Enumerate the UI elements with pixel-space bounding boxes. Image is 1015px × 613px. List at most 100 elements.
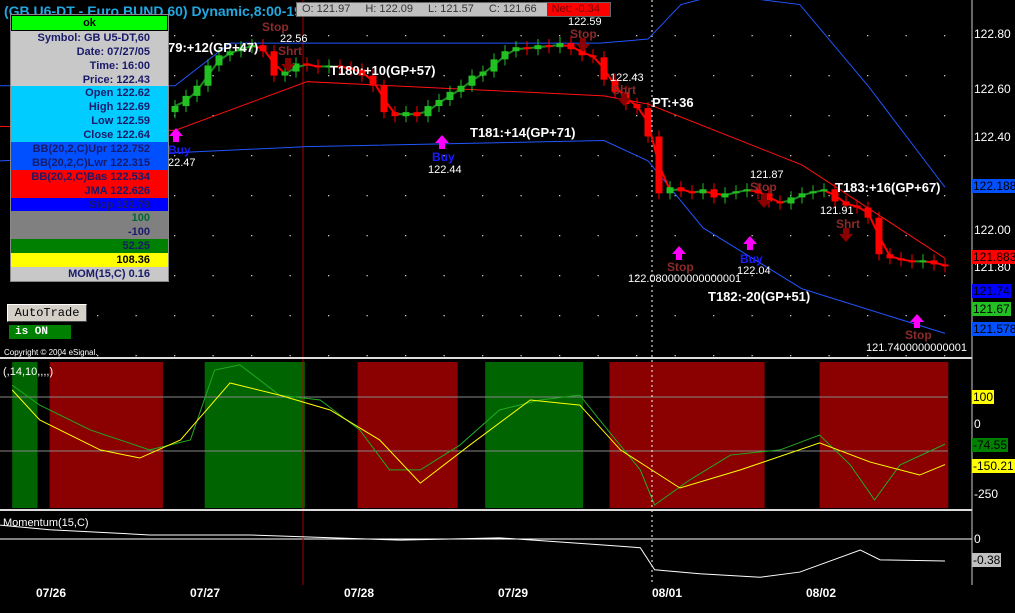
price-tick: 122.80: [974, 27, 1011, 41]
candle: [567, 43, 575, 50]
candle: [270, 51, 278, 76]
candle: [644, 108, 652, 137]
dw-osc-slow: 108.36: [11, 253, 168, 268]
stop-label: Stop: [905, 328, 932, 342]
candle: [380, 85, 388, 113]
price-note: 122.59: [568, 16, 602, 28]
momentum-line: [0, 524, 946, 578]
trade-label: 79:+12(GP+47): [168, 40, 259, 55]
price-note: 122.080000000000001: [628, 273, 742, 285]
price-note: 22.56: [280, 33, 308, 45]
osc-100-label: 100: [972, 390, 995, 404]
dw-time: Time: 16:00: [11, 58, 168, 73]
dw-low: Low 122.59: [11, 114, 168, 129]
candle: [589, 55, 597, 58]
bb-lower-label: 121.578: [972, 322, 1015, 336]
price-note: 121.91: [820, 205, 854, 217]
dw-momentum: MOM(15,C) 0.16: [11, 267, 168, 281]
candle: [655, 136, 663, 194]
close-value: C: 121.66: [488, 3, 537, 15]
candle: [677, 187, 685, 192]
dw-jma: JMA 122.626: [11, 183, 168, 198]
price-tick: 122.60: [974, 82, 1011, 96]
open-value: O: 121.97: [302, 3, 351, 15]
buy-label: Buy: [168, 143, 191, 157]
candle: [182, 95, 190, 107]
candle: [545, 45, 553, 48]
high-value: H: 122.09: [365, 3, 414, 15]
dw-bb-basis: BB(20,2,C)Bas 122.534: [11, 169, 168, 184]
stop-label: Stop: [750, 180, 777, 194]
candle: [512, 47, 520, 52]
data-window[interactable]: ok Symbol: GB U5-DT,60 Date: 07/27/05 Ti…: [10, 14, 169, 282]
data-window-ok-button[interactable]: ok: [11, 15, 168, 31]
low-value: L: 121.57: [428, 3, 474, 15]
x-label: 07/26: [36, 586, 67, 600]
candle: [600, 57, 608, 80]
bb-upper-label: 122.188: [972, 179, 1015, 193]
dw-bb-lower: BB(20,2,C)Lwr 122.315: [11, 155, 168, 170]
autotrade-button[interactable]: AutoTrade: [7, 304, 87, 322]
candle: [424, 106, 432, 117]
candle: [281, 71, 289, 76]
osc-region-short: [357, 362, 458, 508]
candle: [721, 193, 729, 198]
stop-price-label: 121.74: [972, 284, 1011, 298]
candle: [930, 260, 938, 265]
osc-region-long: [204, 362, 305, 508]
dw-high: High 122.69: [11, 100, 168, 115]
candle: [908, 260, 916, 263]
price-tick: 122.00: [974, 223, 1011, 237]
candle: [457, 85, 465, 92]
x-label: 07/28: [344, 586, 375, 600]
trade-label: T182:-20(GP+51): [708, 289, 811, 304]
candle: [897, 258, 905, 261]
trade-label: T180:+10(GP+57): [330, 63, 436, 78]
candle: [303, 63, 311, 66]
stop-label: Stop: [570, 27, 597, 41]
dw-stop: Stop 122.79: [11, 197, 168, 212]
price-note: 121.7400000000001: [866, 342, 967, 354]
candle: [820, 189, 828, 192]
dw-bb-upper: BB(20,2,C)Upr 122.752: [11, 142, 168, 156]
candle: [413, 112, 421, 117]
osc-tick: 0: [974, 417, 981, 431]
net-change: Net: -0.34: [546, 3, 610, 16]
dw-osc-fast: 52.25: [11, 239, 168, 254]
x-label: 07/29: [498, 586, 529, 600]
short-label: Shrt: [612, 83, 636, 97]
candle: [798, 193, 806, 198]
candle: [435, 99, 443, 107]
price-note: 122.04: [737, 265, 771, 277]
x-label: 07/27: [190, 586, 221, 600]
candle: [501, 51, 509, 60]
candle: [468, 75, 476, 86]
price-tick: 122.40: [974, 130, 1011, 144]
autotrade-status: is ON: [9, 325, 71, 339]
candle: [556, 43, 564, 48]
candle: [446, 91, 454, 100]
price-note: 121.87: [750, 169, 784, 181]
osc-fast-label: -74.55: [972, 438, 1009, 452]
candle: [171, 106, 179, 113]
candle: [523, 47, 531, 50]
trade-label: T181:+14(GP+71): [470, 125, 576, 140]
x-label: 08/02: [806, 586, 837, 600]
stop-label: Stop: [667, 260, 694, 274]
last-price-label: 121.67: [972, 302, 1011, 316]
candle: [886, 254, 894, 259]
trade-label: PT:+36: [652, 95, 694, 110]
candle: [215, 55, 223, 66]
dw-open: Open 122.62: [11, 86, 168, 101]
candle: [259, 45, 267, 52]
momentum-line: [0, 524, 946, 578]
price-note: 122.43: [610, 72, 644, 84]
x-label: 08/01: [652, 586, 683, 600]
candle: [864, 207, 872, 218]
candle: [688, 191, 696, 194]
short-label: Shrt: [836, 217, 860, 231]
bb-basis-label: 121.883: [972, 250, 1015, 264]
osc-tick: -250: [974, 487, 999, 501]
candle: [853, 205, 861, 208]
candle: [534, 45, 542, 50]
